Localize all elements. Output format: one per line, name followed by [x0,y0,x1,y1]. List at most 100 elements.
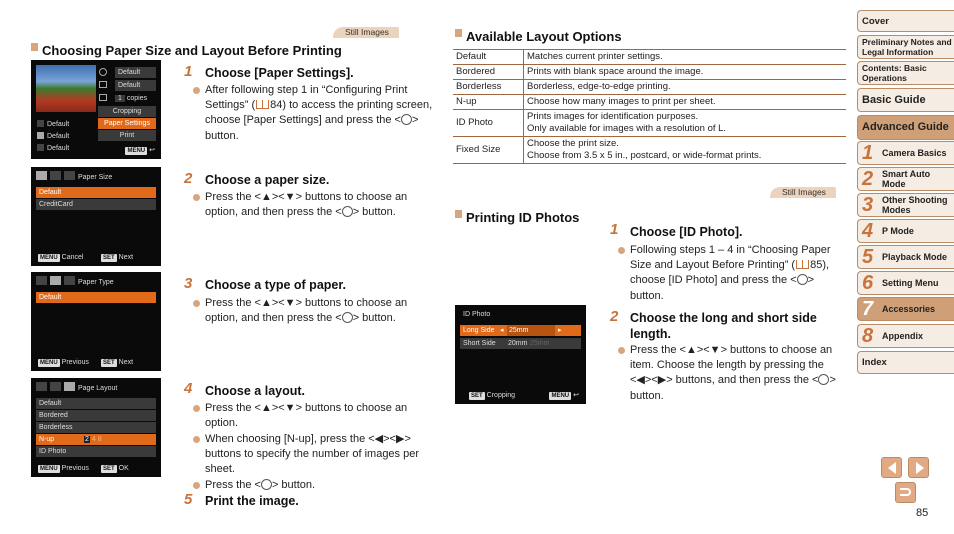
step-title: Choose the long and short side length. [630,311,817,341]
left-arrow-icon: ◂ [500,327,504,334]
chapter-label: P Mode [882,226,914,236]
chapter-number: 5 [862,246,874,268]
option-description: Matches current printer settings. [523,49,846,65]
step-bullet: After following step 1 in “Configuring P… [192,83,437,144]
nav-chapter-2[interactable]: 2 Smart Auto Mode [857,167,954,191]
step-title: Choose [Paper Settings]. [205,66,354,80]
photo-thumbnail [36,65,96,112]
option-nup: N-up 2 4 8 [36,434,156,445]
next-page-button[interactable] [908,457,929,478]
paper-size-tab-icon [36,382,47,391]
step-bullet: Press the <▲><▼> buttons to choose an it… [617,343,845,404]
chapter-number: 7 [862,298,874,320]
nav-chapter-4[interactable]: 4 P Mode [857,219,954,243]
step-bullet: Press the <▲><▼> buttons to choose an op… [192,190,437,220]
nav-chapter-8[interactable]: 8 Appendix [857,324,954,348]
description-line: Matches current printer settings. [527,51,663,62]
description-line: Prints with blank space around the image… [527,66,704,77]
menu-back: MENU ↩ [549,392,579,400]
option-name: Bordered [453,64,524,80]
description-line: Choose from 3.5 x 5 in., postcard, or wi… [527,150,762,161]
paper-type-tab-icon [50,276,61,285]
option-name: Default [453,49,524,65]
func-set-icon [796,274,808,286]
nav-chapter-3[interactable]: 3 Other Shooting Modes [857,193,954,217]
func-set-icon [401,114,412,126]
date-setting: Default [115,67,156,78]
option-description: Choose how many images to print per shee… [523,94,846,110]
cropping-item: Cropping [98,106,156,117]
ok-hint: SET OK [101,465,129,473]
long-side-row: Long Side ◂ 25mm ▸ [460,325,581,336]
layout-tab-icon [64,276,75,285]
func-set-icon [341,206,353,218]
paper-settings-item: Paper Settings [98,118,156,129]
step-title: Choose a paper size. [205,173,330,187]
func-set-icon [260,479,272,490]
nav-preliminary-notes[interactable]: Preliminary Notes and Legal Information [857,35,954,59]
print-item: Print [98,130,156,141]
description-line: Borderless, edge-to-edge printing. [527,81,671,92]
screen-header: Page Layout [36,382,156,394]
previous-page-button[interactable] [881,457,902,478]
description-line: Choose the print size. [527,138,619,149]
paper-size-tab-icon [36,171,47,180]
nav-basic-guide[interactable]: Basic Guide [857,88,954,112]
step-bullet: Press the <▲><▼> buttons to choose an op… [192,401,430,431]
option-borderless: Borderless [36,422,156,433]
option-name: Borderless [453,79,524,95]
step-number: 4 [184,380,193,397]
option-creditcard: CreditCard [36,199,156,210]
image-icon [99,81,107,88]
section-title-paper-size: Choosing Paper Size and Layout Before Pr… [31,43,342,58]
option-name: N-up [453,94,524,110]
return-button[interactable] [895,482,916,503]
nav-contents[interactable]: Contents: Basic Operations [857,61,954,85]
option-description: Prints images for identification purpose… [523,109,846,137]
next-hint: SET Next [101,254,134,262]
next-hint: SET Next [101,359,134,367]
step-number: 1 [184,63,193,80]
layout-icon [37,144,44,151]
layout-tab-icon [64,171,75,180]
arrow-left-icon [888,462,896,474]
nav-advanced-guide[interactable]: Advanced Guide [857,115,954,140]
chapter-number: 4 [862,220,874,242]
chapter-label: Smart Auto Mode [882,169,931,189]
screen-header: Paper Type [36,276,156,288]
func-set-icon [341,312,353,324]
table-row: Borderless Borderless, edge-to-edge print… [453,79,846,95]
screen-header: Paper Size [36,171,156,183]
return-icon [900,488,911,496]
step-number: 2 [184,170,193,187]
camera-screen-paper-type: Paper Type Default MENU Previous SET Next [31,272,161,371]
cropping-hint: SET Cropping [469,392,516,400]
table-row: N-up Choose how many images to print per … [453,94,846,110]
section-title-layout-options: Available Layout Options [455,29,622,44]
chapter-label: Accessories [882,304,936,314]
paper-size-icon [37,120,44,127]
step-number: 5 [184,491,193,508]
nav-cover[interactable]: Cover [857,10,954,32]
camera-screen-id-photo: ID Photo Long Side ◂ 25mm ▸ Short Side 20mm 2… [455,305,586,404]
chapter-number: 2 [862,168,874,190]
section-marker-icon [455,29,462,37]
step-bullet: When choosing [N-up], press the <◀><▶> b… [192,432,437,478]
option-default: Default [36,187,156,198]
table-row: Bordered Prints with blank space around t… [453,64,846,80]
nav-chapter-6[interactable]: 6 Setting Menu [857,271,954,295]
section-marker-icon [31,43,38,51]
nav-index[interactable]: Index [857,351,954,374]
nav-chapter-1[interactable]: 1 Camera Basics [857,141,954,165]
chapter-label: Playback Mode [882,252,948,262]
nav-chapter-5[interactable]: 5 Playback Mode [857,245,954,269]
menu-back: MENU ↩ [125,147,155,155]
option-default: Default [36,292,156,303]
nav-chapter-7[interactable]: 7 Accessories [857,297,954,321]
section-marker-icon [455,210,462,218]
option-id-photo: ID Photo [36,446,156,457]
step-title: Choose a type of paper. [205,278,347,292]
copies-setting: 1 copies [115,93,147,104]
arrow-right-icon [916,462,924,474]
description-line: Only available for images with a resolut… [527,123,727,134]
